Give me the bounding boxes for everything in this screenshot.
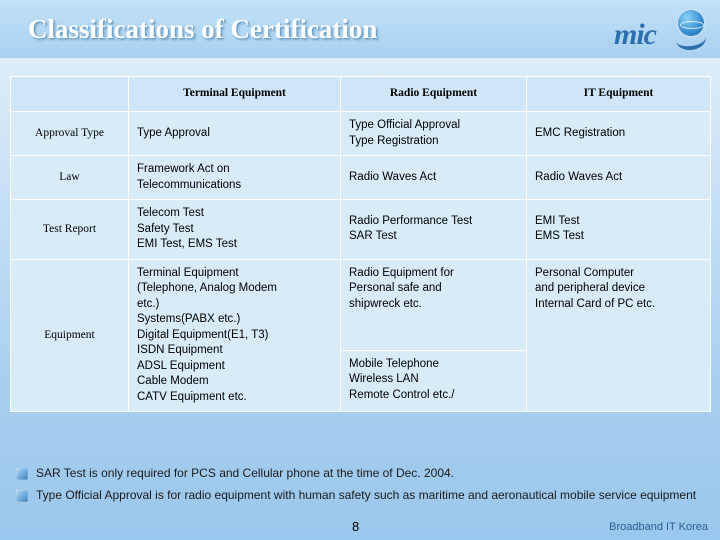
cell-test-report-radio: Radio Performance Test SAR Test (340, 199, 527, 260)
cell-line: Systems(PABX etc.) (137, 313, 241, 326)
slide: Classifications of Certification mic Ter… (0, 0, 720, 540)
table-row-test-report: Test Report Telecom Test Safety Test EMI… (10, 199, 711, 260)
bullet-item: Type Official Approval is for radio equi… (16, 488, 706, 504)
header-cell-blank (10, 76, 129, 112)
cell-line: ISDN Equipment (137, 344, 223, 357)
cell-line: EMS Test (535, 230, 584, 243)
row-label-approval-type: Approval Type (10, 110, 129, 157)
cell-line: Personal Computer (535, 266, 635, 279)
cell-line: Internal Card of PC etc. (535, 297, 656, 310)
arc-swoosh-icon (674, 26, 708, 52)
cell-line: Cable Modem (137, 375, 209, 388)
header-cell-it-equipment: IT Equipment (526, 76, 711, 112)
cell-line: Radio Waves Act (535, 170, 623, 183)
table-header-row: Terminal Equipment Radio Equipment IT Eq… (10, 76, 711, 112)
row-label-text: Test Report (42, 222, 97, 235)
bullet-text: Type Official Approval is for radio equi… (36, 487, 697, 502)
cell-line: EMC Registration (535, 126, 626, 139)
row-label-test-report: Test Report (10, 199, 129, 260)
cell-approval-type-terminal: Type Approval (128, 110, 341, 157)
cell-line: Wireless LAN (349, 373, 419, 386)
cell-line: Digital Equipment(E1, T3) (137, 328, 269, 341)
page-number: 8 (352, 519, 360, 534)
cell-line: CATV Equipment etc. (137, 390, 247, 403)
logo-wordmark: mic (614, 18, 657, 51)
cell-line: shipwreck etc. (349, 297, 422, 310)
cell-line: Personal safe and (349, 282, 442, 295)
cell-equipment-it: Personal Computer and peripheral device … (526, 258, 711, 413)
cell-line: SAR Test (349, 230, 397, 243)
row-label-equipment: Equipment (10, 258, 129, 413)
cell-line: ADSL Equipment (137, 359, 225, 372)
cell-line: Telecommunications (137, 178, 242, 191)
cell-test-report-terminal: Telecom Test Safety Test EMI Test, EMS T… (128, 199, 341, 260)
cell-line: Radio Performance Test (349, 214, 473, 227)
cell-line: Terminal Equipment (137, 266, 239, 279)
cell-equipment-radio-top: Radio Equipment for Personal safe and sh… (340, 258, 527, 351)
header-cell-terminal-equipment: Terminal Equipment (128, 76, 341, 112)
certification-matrix-table: Terminal Equipment Radio Equipment IT Eq… (10, 76, 711, 413)
table-row-equipment: Equipment Terminal Equipment (Telephone,… (10, 258, 711, 413)
table-row-approval-type: Approval Type Type Approval Type Officia… (10, 110, 711, 157)
cell-line: Radio Waves Act (349, 170, 437, 183)
cell-line: (Telephone, Analog Modem (137, 282, 278, 295)
mic-logo: mic (614, 10, 708, 52)
row-label-text: Equipment (44, 328, 95, 341)
cell-line: Mobile Telephone (349, 357, 439, 370)
bullet-square-icon (16, 489, 28, 502)
bullet-item: SAR Test is only required for PCS and Ce… (16, 466, 706, 482)
row-label-text: Approval Type (35, 126, 104, 139)
cell-line: EMI Test (535, 214, 580, 227)
header-cell-radio-equipment: Radio Equipment (340, 76, 527, 112)
cell-line: Type Approval (137, 126, 210, 139)
bullet-square-icon (16, 468, 28, 480)
cell-line: Framework Act on (137, 163, 230, 176)
cell-test-report-it: EMI Test EMS Test (526, 199, 711, 260)
cell-line: etc.) (137, 297, 160, 310)
footer-branding: Broadband IT Korea (609, 521, 708, 533)
page-title: Classifications of Certification (28, 14, 378, 44)
cell-law-it: Radio Waves Act (526, 155, 711, 201)
cell-equipment-terminal: Terminal Equipment (Telephone, Analog Mo… (128, 258, 341, 413)
cell-approval-type-it: EMC Registration (526, 110, 711, 157)
cell-line: Safety Test (137, 222, 194, 235)
cell-line: Type Registration (349, 134, 439, 147)
cell-line: Remote Control etc./ (349, 388, 455, 401)
cell-law-terminal: Framework Act on Telecommunications (128, 155, 341, 201)
cell-line: Radio Equipment for (349, 266, 454, 279)
cell-line: Type Official Approval (349, 119, 461, 131)
cell-line: and peripheral device (535, 282, 645, 295)
footnote-bullets: SAR Test is only required for PCS and Ce… (16, 466, 706, 509)
cell-line: EMI Test, EMS Test (137, 238, 237, 251)
row-label-law: Law (10, 155, 129, 201)
cell-equipment-radio-bottom: Mobile Telephone Wireless LAN Remote Con… (340, 349, 527, 413)
bullet-text: SAR Test is only required for PCS and Ce… (36, 466, 455, 480)
row-label-text: Law (59, 170, 80, 183)
table-row-law: Law Framework Act on Telecommunications … (10, 155, 711, 201)
cell-line: Telecom Test (137, 207, 204, 220)
cell-approval-type-radio: Type Official Approval Type Registration (340, 110, 527, 157)
cell-law-radio: Radio Waves Act (340, 155, 527, 201)
